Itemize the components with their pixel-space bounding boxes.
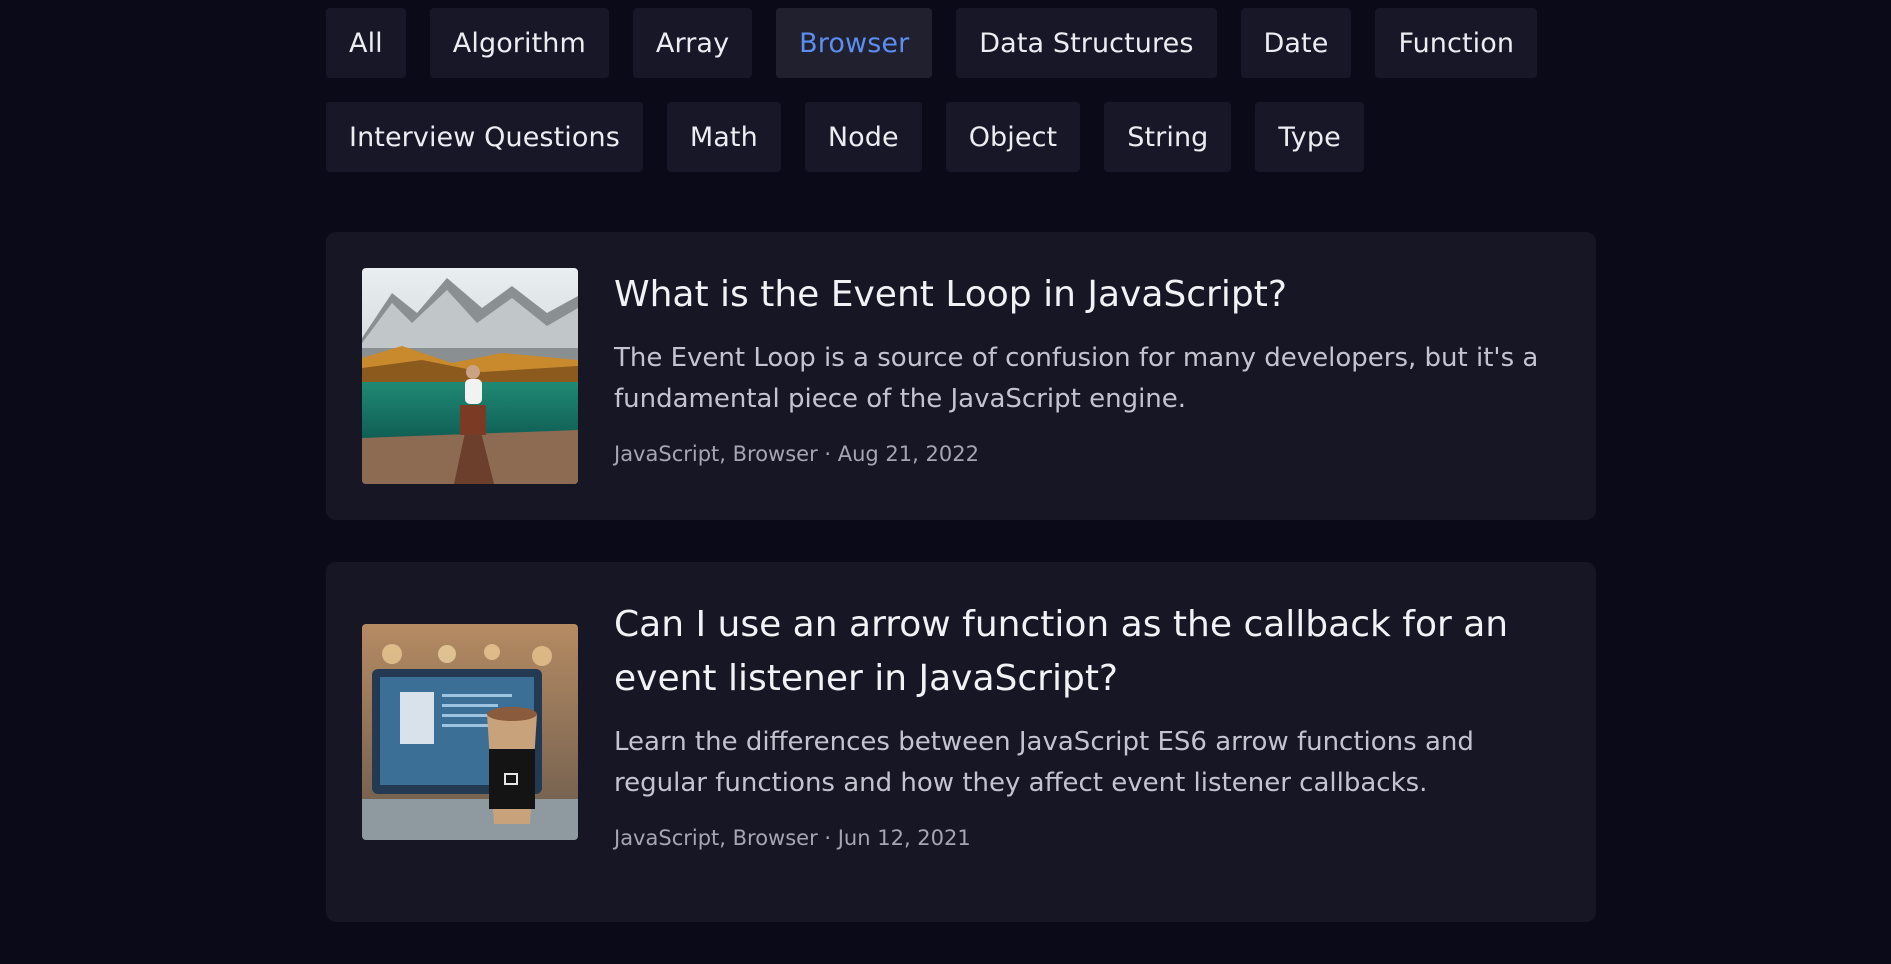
page-content: All Algorithm Array Browser Data Structu…: [326, 0, 1596, 964]
post-list: What is the Event Loop in JavaScript? Th…: [326, 232, 1596, 922]
post-body: Can I use an arrow function as the callb…: [614, 598, 1560, 886]
filter-chip-array[interactable]: Array: [632, 8, 753, 78]
filter-chip-interview-questions[interactable]: Interview Questions: [326, 102, 643, 172]
filter-chip-node[interactable]: Node: [804, 102, 922, 172]
filter-chip-algorithm[interactable]: Algorithm: [429, 8, 609, 78]
filter-chip-date[interactable]: Date: [1240, 8, 1352, 78]
filter-chip-browser[interactable]: Browser: [776, 8, 933, 78]
filter-chip-math[interactable]: Math: [666, 102, 781, 172]
filter-chip-function[interactable]: Function: [1375, 8, 1538, 78]
filter-chip-object[interactable]: Object: [945, 102, 1081, 172]
post-card[interactable]: What is the Event Loop in JavaScript? Th…: [326, 232, 1596, 520]
post-body: What is the Event Loop in JavaScript? Th…: [614, 268, 1560, 484]
post-meta: JavaScript, Browser · Aug 21, 2022: [614, 442, 979, 466]
filter-chip-string[interactable]: String: [1104, 102, 1232, 172]
tag-filter-bar: All Algorithm Array Browser Data Structu…: [326, 0, 1596, 172]
post-card[interactable]: Can I use an arrow function as the callb…: [326, 562, 1596, 922]
post-title[interactable]: Can I use an arrow function as the callb…: [614, 598, 1560, 706]
filter-chip-all[interactable]: All: [326, 8, 406, 78]
post-title[interactable]: What is the Event Loop in JavaScript?: [614, 268, 1560, 322]
post-description: Learn the differences between JavaScript…: [614, 727, 1474, 798]
filter-chip-type[interactable]: Type: [1255, 102, 1364, 172]
post-thumbnail-image[interactable]: [362, 268, 578, 484]
post-description: The Event Loop is a source of confusion …: [614, 343, 1539, 414]
filter-chip-data-structures[interactable]: Data Structures: [956, 8, 1217, 78]
post-thumbnail-image[interactable]: [362, 624, 578, 840]
post-meta: JavaScript, Browser · Jun 12, 2021: [614, 826, 971, 850]
